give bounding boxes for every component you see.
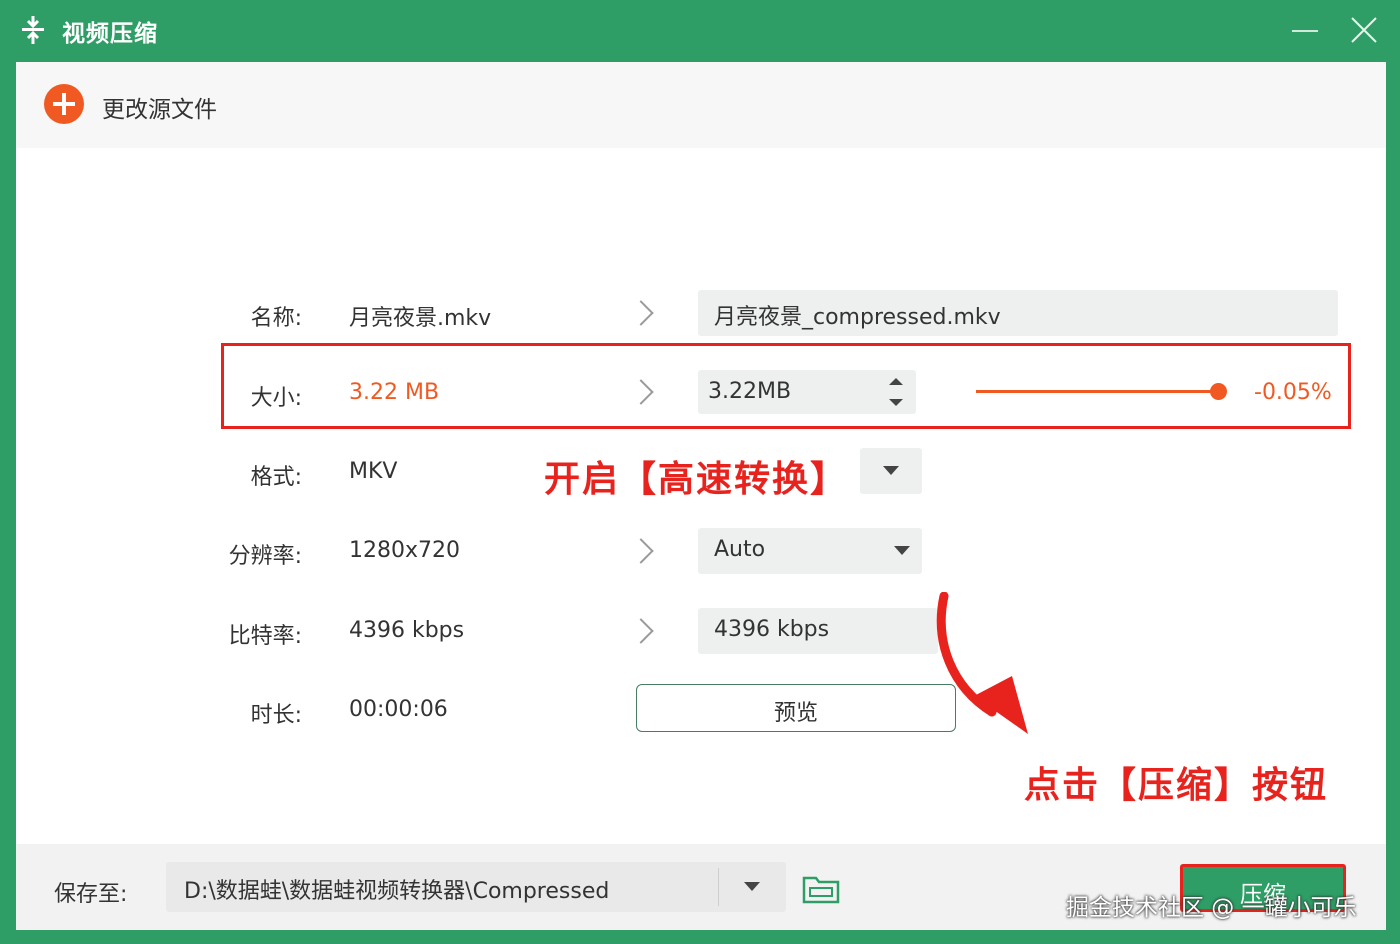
output-name-text: 月亮夜景_compressed.mkv — [714, 305, 1001, 330]
chevron-right-icon — [628, 300, 654, 326]
chevron-right-icon — [628, 538, 654, 564]
add-icon — [44, 84, 84, 124]
format-dropdown[interactable] — [860, 448, 922, 494]
window-title: 视频压缩 — [62, 21, 158, 47]
bitrate-field[interactable]: 4396 kbps — [698, 608, 938, 654]
chevron-down-icon[interactable] — [744, 882, 760, 891]
resolution-dropdown[interactable]: Auto — [698, 528, 922, 574]
red-arrow-icon — [936, 592, 1028, 734]
chevron-right-icon — [628, 618, 654, 644]
change-source-button[interactable]: 更改源文件 — [42, 82, 302, 126]
preview-label: 预览 — [773, 701, 818, 726]
chevron-down-icon — [883, 466, 899, 475]
speed-hint-annotation: 开启【高速转换】 — [544, 459, 849, 500]
close-icon[interactable] — [1348, 14, 1380, 46]
divider — [718, 868, 719, 906]
source-name: 月亮夜景.mkv — [349, 306, 492, 331]
duration-label: 时长: — [250, 703, 302, 728]
source-bitrate: 4396 kbps — [349, 618, 465, 643]
preview-button[interactable]: 预览 — [636, 684, 956, 732]
resolution-value: Auto — [714, 537, 766, 562]
output-name-field[interactable]: 月亮夜景_compressed.mkv — [698, 290, 1338, 336]
compress-hint-annotation: 点击【压缩】按钮 — [1024, 765, 1329, 806]
size-highlight-box — [221, 343, 1351, 429]
toolbar: 更改源文件 — [16, 62, 1386, 148]
chevron-down-icon — [894, 546, 910, 555]
watermark: 掘金技术社区 @ 一罐小可乐 — [1066, 895, 1357, 921]
compress-app-icon — [22, 16, 44, 44]
save-path-text: D:\数据蛙\数据蛙视频转换器\Compressed — [184, 879, 610, 904]
save-path-dropdown[interactable]: D:\数据蛙\数据蛙视频转换器\Compressed — [166, 862, 786, 912]
change-source-label: 更改源文件 — [102, 97, 217, 123]
minimize-button[interactable] — [1292, 30, 1318, 32]
save-to-label: 保存至: — [54, 882, 128, 907]
main-panel: 更改源文件 名称: 月亮夜景.mkv 月亮夜景_compressed.mkv 大… — [16, 62, 1386, 930]
bitrate-value: 4396 kbps — [714, 617, 830, 642]
format-label: 格式: — [250, 465, 302, 490]
folder-icon[interactable] — [802, 874, 840, 904]
bitrate-label: 比特率: — [228, 624, 302, 649]
source-duration: 00:00:06 — [349, 697, 448, 722]
name-label: 名称: — [250, 306, 302, 331]
resolution-label: 分辨率: — [228, 544, 302, 569]
source-resolution: 1280x720 — [349, 538, 460, 563]
title-bar: 视频压缩 — [0, 0, 1400, 60]
source-format: MKV — [349, 459, 398, 484]
